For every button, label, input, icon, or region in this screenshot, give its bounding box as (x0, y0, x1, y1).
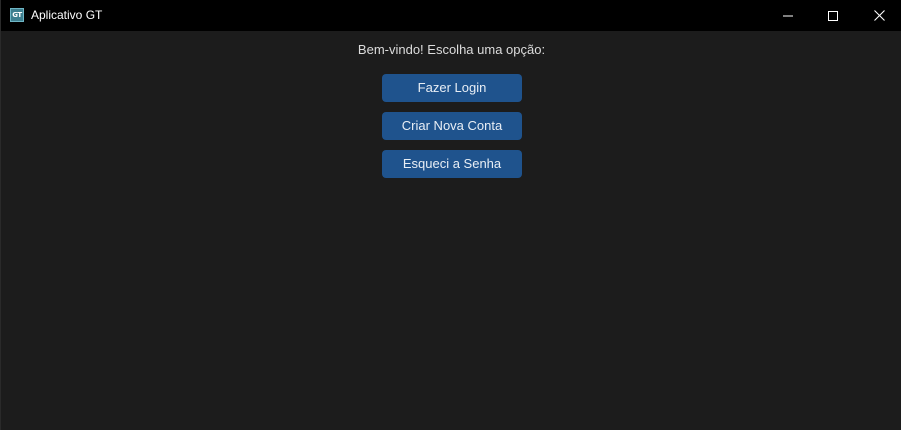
title-bar[interactable]: GT Aplicativo GT (1, 0, 901, 31)
main-content: Bem-vindo! Escolha uma opção: Fazer Logi… (1, 31, 901, 430)
maximize-icon (828, 10, 838, 21)
minimize-icon (783, 15, 793, 16)
maximize-button[interactable] (810, 0, 856, 31)
minimize-button[interactable] (765, 0, 811, 31)
window-title: Aplicativo GT (31, 8, 103, 22)
close-icon (873, 10, 885, 21)
welcome-label: Bem-vindo! Escolha uma opção: (357, 42, 546, 57)
app-window: GT Aplicativo GT Bem-vindo! Escolha uma … (0, 0, 901, 430)
login-button[interactable]: Fazer Login (382, 74, 522, 102)
forgot-password-button[interactable]: Esqueci a Senha (382, 150, 522, 178)
create-account-button[interactable]: Criar Nova Conta (382, 112, 522, 140)
app-gt-icon: GT (10, 8, 24, 22)
close-button[interactable] (856, 0, 901, 31)
